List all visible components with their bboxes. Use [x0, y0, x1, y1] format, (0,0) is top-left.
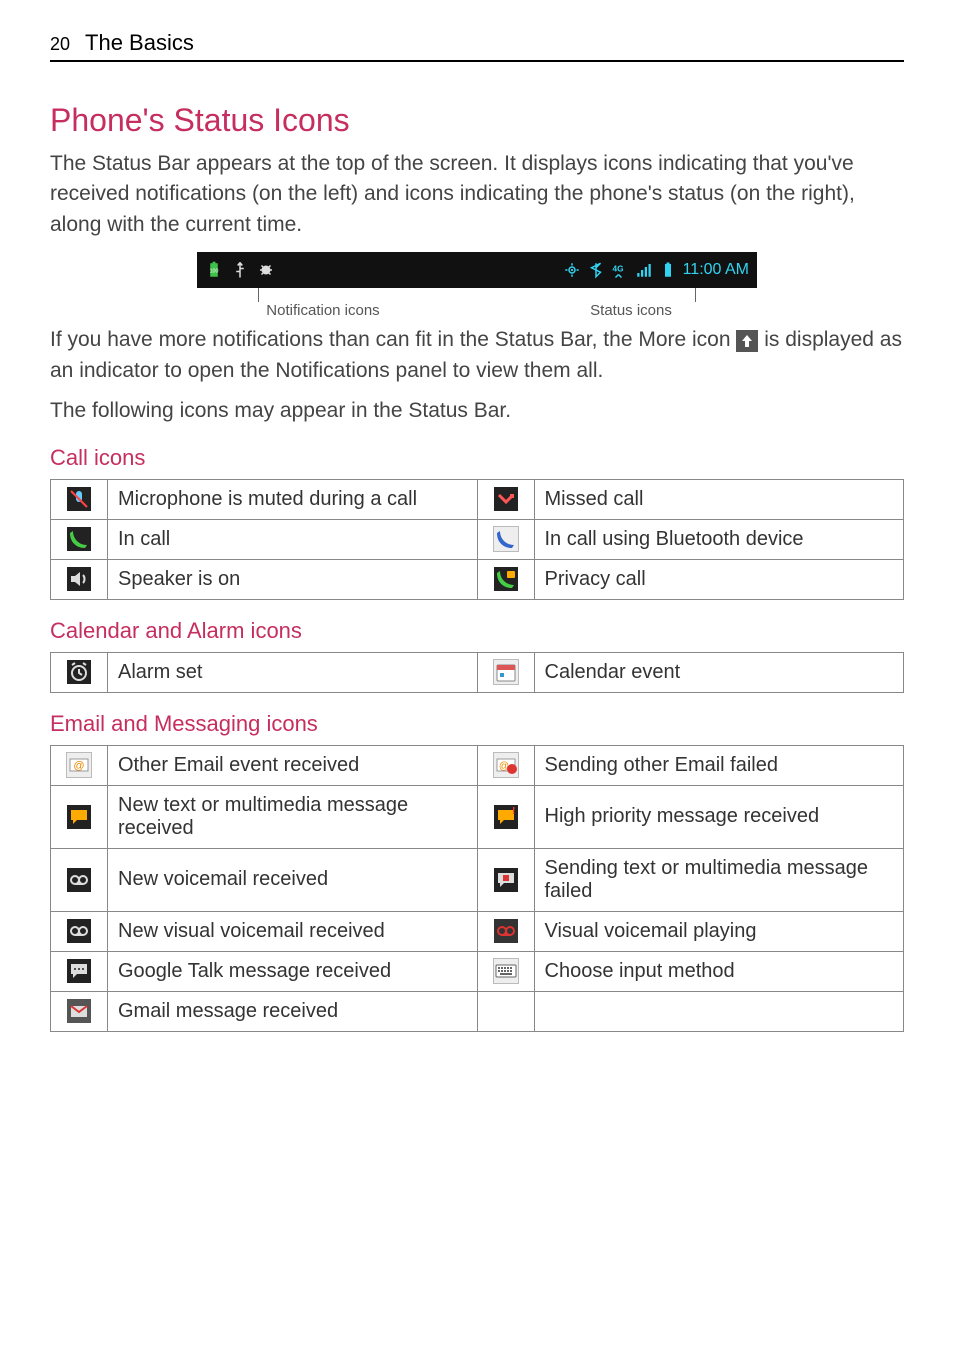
cell-high-priority: High priority message received: [534, 785, 904, 848]
page-title: Phone's Status Icons: [50, 102, 904, 139]
cell-visual-vm: New visual voicemail received: [108, 911, 478, 951]
svg-text:@: @: [73, 760, 84, 772]
table-row: New voicemail received Sending text or m…: [51, 848, 904, 911]
input-method-icon: [493, 958, 519, 984]
cell-mic-muted: Microphone is muted during a call: [108, 479, 478, 519]
svg-text:!: !: [512, 806, 515, 817]
gps-icon: [563, 261, 581, 279]
intro-paragraph: The Status Bar appears at the top of the…: [50, 149, 904, 240]
debug-icon: [257, 261, 275, 279]
svg-text:4G: 4G: [612, 265, 623, 274]
missed-call-icon: [494, 487, 518, 511]
high-priority-msg-icon: !: [494, 805, 518, 829]
svg-text:100: 100: [210, 269, 219, 275]
battery-icon: [659, 261, 677, 279]
cell-msg-failed: Sending text or multimedia message faile…: [534, 848, 904, 911]
speaker-on-icon: [67, 567, 91, 591]
cell-visual-vm-playing: Visual voicemail playing: [534, 911, 904, 951]
table-row: Speaker is on Privacy call: [51, 559, 904, 599]
email-messaging-table: @ Other Email event received @ Sending o…: [50, 745, 904, 1032]
caption-status-icons: Status icons: [505, 302, 757, 319]
table-row: New text or multimedia message received …: [51, 785, 904, 848]
visual-vm-playing-icon: [494, 919, 518, 943]
email-failed-icon: @: [493, 752, 519, 778]
following-note: The following icons may appear in the St…: [50, 396, 904, 426]
table-row: Gmail message received: [51, 991, 904, 1031]
table-row: In call In call using Bluetooth device: [51, 519, 904, 559]
signal-icon: [635, 261, 653, 279]
table-row: @ Other Email event received @ Sending o…: [51, 745, 904, 785]
cell-speaker-on: Speaker is on: [108, 559, 478, 599]
chapter-title: The Basics: [85, 30, 194, 56]
call-icons-heading: Call icons: [50, 445, 904, 471]
call-icons-table: Microphone is muted during a call Missed…: [50, 479, 904, 600]
alarm-set-icon: [67, 660, 91, 684]
other-email-icon: @: [66, 752, 92, 778]
statusbar-figure: 100 4G: [50, 252, 904, 319]
cell-new-message: New text or multimedia message received: [108, 785, 478, 848]
more-icon: [736, 330, 758, 352]
table-row: Alarm set Calendar event: [51, 652, 904, 692]
cell-privacy-call: Privacy call: [534, 559, 904, 599]
table-row: Google Talk message received Choose inpu…: [51, 951, 904, 991]
cell-alarm-set: Alarm set: [108, 652, 478, 692]
cell-in-call-bt: In call using Bluetooth device: [534, 519, 904, 559]
calendar-event-icon: [493, 659, 519, 685]
cell-empty: [534, 991, 904, 1031]
mic-muted-icon: [67, 487, 91, 511]
cell-google-talk: Google Talk message received: [108, 951, 478, 991]
google-talk-icon: [67, 959, 91, 983]
privacy-call-icon: [494, 567, 518, 591]
msg-failed-icon: [494, 868, 518, 892]
calendar-alarm-heading: Calendar and Alarm icons: [50, 618, 904, 644]
visual-voicemail-icon: [67, 919, 91, 943]
cell-in-call: In call: [108, 519, 478, 559]
page-number: 20: [50, 34, 70, 55]
more-note-pre: If you have more notifications than can …: [50, 328, 736, 351]
more-notifications-note: If you have more notifications than can …: [50, 325, 904, 386]
table-row: New visual voicemail received Visual voi…: [51, 911, 904, 951]
battery-100-icon: 100: [205, 261, 223, 279]
bluetooth-icon: [587, 261, 605, 279]
email-messaging-heading: Email and Messaging icons: [50, 711, 904, 737]
cell-input-method: Choose input method: [534, 951, 904, 991]
4g-icon: 4G: [611, 261, 629, 279]
usb-icon: [231, 261, 249, 279]
cell-new-voicemail: New voicemail received: [108, 848, 478, 911]
cell-missed-call: Missed call: [534, 479, 904, 519]
caption-notification-icons: Notification icons: [197, 302, 449, 319]
new-voicemail-icon: [67, 868, 91, 892]
in-call-icon: [67, 527, 91, 551]
gmail-icon: [67, 999, 91, 1023]
statusbar-time: 11:00 AM: [683, 261, 749, 279]
cell-email-failed: Sending other Email failed: [534, 745, 904, 785]
in-call-bluetooth-icon: [493, 526, 519, 552]
page-header: 20 The Basics: [50, 30, 904, 62]
statusbar-strip: 100 4G: [197, 252, 757, 288]
table-row: Microphone is muted during a call Missed…: [51, 479, 904, 519]
new-message-icon: [67, 805, 91, 829]
cell-gmail: Gmail message received: [108, 991, 478, 1031]
calendar-alarm-table: Alarm set Calendar event: [50, 652, 904, 693]
cell-other-email: Other Email event received: [108, 745, 478, 785]
cell-calendar-event: Calendar event: [534, 652, 904, 692]
